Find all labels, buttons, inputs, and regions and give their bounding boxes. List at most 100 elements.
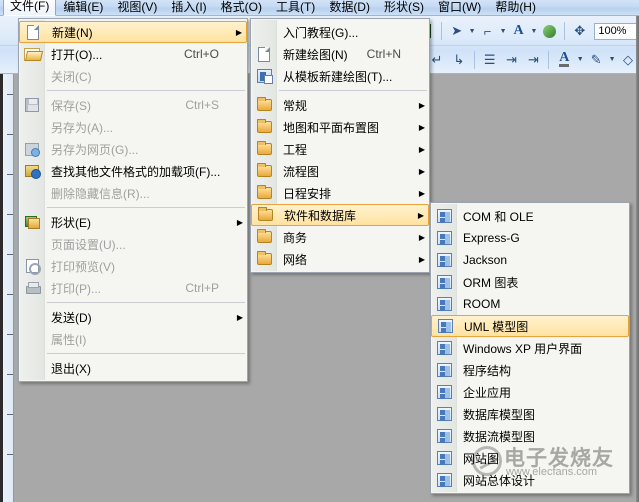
template-item-uml-model-diagram[interactable]: UML 模型图 [431, 315, 629, 337]
template-item-express-g[interactable]: Express-G [431, 227, 629, 249]
template-item-enterprise-application[interactable]: 企业应用 [431, 381, 629, 403]
menubar-item-window[interactable]: 窗口(W) [431, 0, 488, 16]
pointer-icon[interactable]: ➤ [446, 20, 467, 42]
menu-item-label: 数据流模型图 [457, 428, 629, 445]
connector-icon[interactable]: ⌐ [477, 20, 498, 42]
line-color-dropdown-icon[interactable]: ▼ [607, 49, 617, 71]
menu-item-label: ROOM [457, 297, 629, 311]
pointer-dropdown-icon[interactable]: ▼ [467, 20, 477, 42]
submenu-item-general[interactable]: 常规 ▶ [251, 94, 429, 116]
template-item-website-overall-design[interactable]: 网站总体设计 [431, 469, 629, 491]
template-icon [431, 250, 457, 270]
menubar-item-help[interactable]: 帮助(H) [488, 0, 543, 16]
template-item-data-flow-model-diagram[interactable]: 数据流模型图 [431, 425, 629, 447]
menu-item-accel: Ctrl+N [367, 47, 415, 61]
line-color-icon[interactable]: ✎ [585, 49, 607, 71]
menu-item-label: 发送(D) [45, 309, 219, 326]
template-icon [431, 206, 457, 226]
menu-item-label: 关闭(C) [45, 68, 219, 85]
submenu-item-schedule[interactable]: 日程安排 ▶ [251, 182, 429, 204]
submenu-item-flowchart[interactable]: 流程图 ▶ [251, 160, 429, 182]
software-database-submenu-dropdown[interactable]: COM 和 OLE Express-G Jackson ORM 图表 ROOM … [430, 202, 630, 494]
menu-item-label: 保存(S) [45, 97, 185, 114]
submenu-arrow-icon: ▶ [415, 167, 429, 176]
menu-item-label: 网站总体设计 [457, 472, 629, 489]
new-from-template-icon [251, 66, 277, 86]
new-document-icon [20, 22, 46, 42]
template-item-website-map[interactable]: 网站图 [431, 447, 629, 469]
menubar-item-tools[interactable]: 工具(T) [269, 0, 322, 16]
menu-item-label: 从模板新建绘图(T)... [277, 68, 401, 85]
submenu-arrow-icon: ▶ [415, 145, 429, 154]
submenu-item-business[interactable]: 商务 ▶ [251, 226, 429, 248]
template-item-windows-xp-ui[interactable]: Windows XP 用户界面 [431, 337, 629, 359]
text-tool-dropdown-icon[interactable]: ▼ [529, 20, 539, 42]
menu-item-label: Windows XP 用户界面 [457, 340, 629, 357]
menubar-item-insert[interactable]: 插入(I) [164, 0, 213, 16]
menu-item-label: 程序结构 [457, 362, 629, 379]
menu-item-label: 企业应用 [457, 384, 629, 401]
menu-item-send[interactable]: 发送(D) ▶ [19, 306, 247, 328]
folder-icon [251, 249, 277, 269]
zoom-level-input[interactable]: 100% [594, 23, 639, 40]
menubar-item-view[interactable]: 视图(V) [110, 0, 164, 16]
format-painter-icon[interactable] [539, 20, 560, 42]
toolbar-separator [474, 51, 475, 69]
menu-item-label: 地图和平面布置图 [277, 119, 415, 136]
folder-icon [252, 205, 278, 225]
template-item-program-structure[interactable]: 程序结构 [431, 359, 629, 381]
menu-item-exit[interactable]: 退出(X) [19, 357, 247, 379]
template-icon [431, 382, 457, 402]
submenu-item-new-from-template[interactable]: 从模板新建绘图(T)... [251, 65, 429, 87]
submenu-item-maps-floorplans[interactable]: 地图和平面布置图 ▶ [251, 116, 429, 138]
font-color-dropdown-icon[interactable]: ▼ [575, 49, 585, 71]
menu-bar: 文件(F) 编辑(E) 视图(V) 插入(I) 格式(O) 工具(T) 数据(D… [0, 0, 639, 16]
file-menu-dropdown[interactable]: 新建(N) ▶ 打开(O)... Ctrl+O 关闭(C) 保存(S) Ctrl… [18, 18, 248, 382]
menubar-item-file[interactable]: 文件(F) [3, 0, 56, 16]
menu-item-accel: Ctrl+S [185, 98, 233, 112]
template-item-database-model-diagram[interactable]: 数据库模型图 [431, 403, 629, 425]
submenu-item-network[interactable]: 网络 ▶ [251, 248, 429, 270]
connector-dropdown-icon[interactable]: ▼ [498, 20, 508, 42]
menu-item-label: 入门教程(G)... [277, 24, 401, 41]
submenu-item-engineering[interactable]: 工程 ▶ [251, 138, 429, 160]
template-item-orm-diagram[interactable]: ORM 图表 [431, 271, 629, 293]
submenu-item-new-drawing[interactable]: 新建绘图(N) Ctrl+N [251, 43, 429, 65]
menubar-item-format[interactable]: 格式(O) [214, 0, 269, 16]
menubar-item-shape[interactable]: 形状(S) [377, 0, 431, 16]
submenu-item-software-and-database[interactable]: 软件和数据库 ▶ [251, 204, 429, 226]
menubar-item-edit[interactable]: 编辑(E) [56, 0, 110, 16]
template-item-com-ole[interactable]: COM 和 OLE [431, 205, 629, 227]
increase-indent-icon[interactable]: ⇥ [523, 49, 545, 71]
toolbar-separator [548, 51, 549, 69]
submenu-arrow-icon: ▶ [415, 123, 429, 132]
menu-item-find-addins[interactable]: 查找其他文件格式的加载项(F)... [19, 160, 247, 182]
menu-item-shapes[interactable]: 形状(E) ▶ [19, 211, 247, 233]
menu-item-new[interactable]: 新建(N) ▶ [19, 21, 247, 43]
submenu-arrow-icon: ▶ [232, 28, 246, 37]
text-tool-icon[interactable]: A [508, 20, 529, 42]
redo-icon[interactable]: ↳ [448, 49, 470, 71]
bullets-icon[interactable]: ☰ [479, 49, 501, 71]
menu-item-label: 网络 [277, 251, 415, 268]
menu-item-open[interactable]: 打开(O)... Ctrl+O [19, 43, 247, 65]
menu-item-label: COM 和 OLE [457, 208, 629, 225]
menu-item-label: 另存为网页(G)... [45, 141, 219, 158]
menubar-item-data[interactable]: 数据(D) [322, 0, 377, 16]
no-icon [19, 358, 45, 378]
template-item-jackson[interactable]: Jackson [431, 249, 629, 271]
template-item-room[interactable]: ROOM [431, 293, 629, 315]
new-submenu-dropdown[interactable]: 入门教程(G)... 新建绘图(N) Ctrl+N 从模板新建绘图(T)... … [250, 18, 430, 273]
decrease-indent-icon[interactable]: ⇥ [501, 49, 523, 71]
font-color-icon[interactable]: A [553, 49, 575, 71]
menu-separator [47, 90, 245, 91]
save-as-webpage-icon [19, 139, 45, 159]
shapes-icon [19, 212, 45, 232]
submenu-arrow-icon: ▶ [415, 101, 429, 110]
new-drawing-icon [251, 44, 277, 64]
submenu-arrow-icon: ▶ [415, 233, 429, 242]
menu-item-label: 页面设置(U)... [45, 236, 219, 253]
submenu-item-getting-started[interactable]: 入门教程(G)... [251, 21, 429, 43]
menu-item-label: 打印预览(V) [45, 258, 219, 275]
pan-zoom-icon[interactable]: ✥ [569, 20, 590, 42]
